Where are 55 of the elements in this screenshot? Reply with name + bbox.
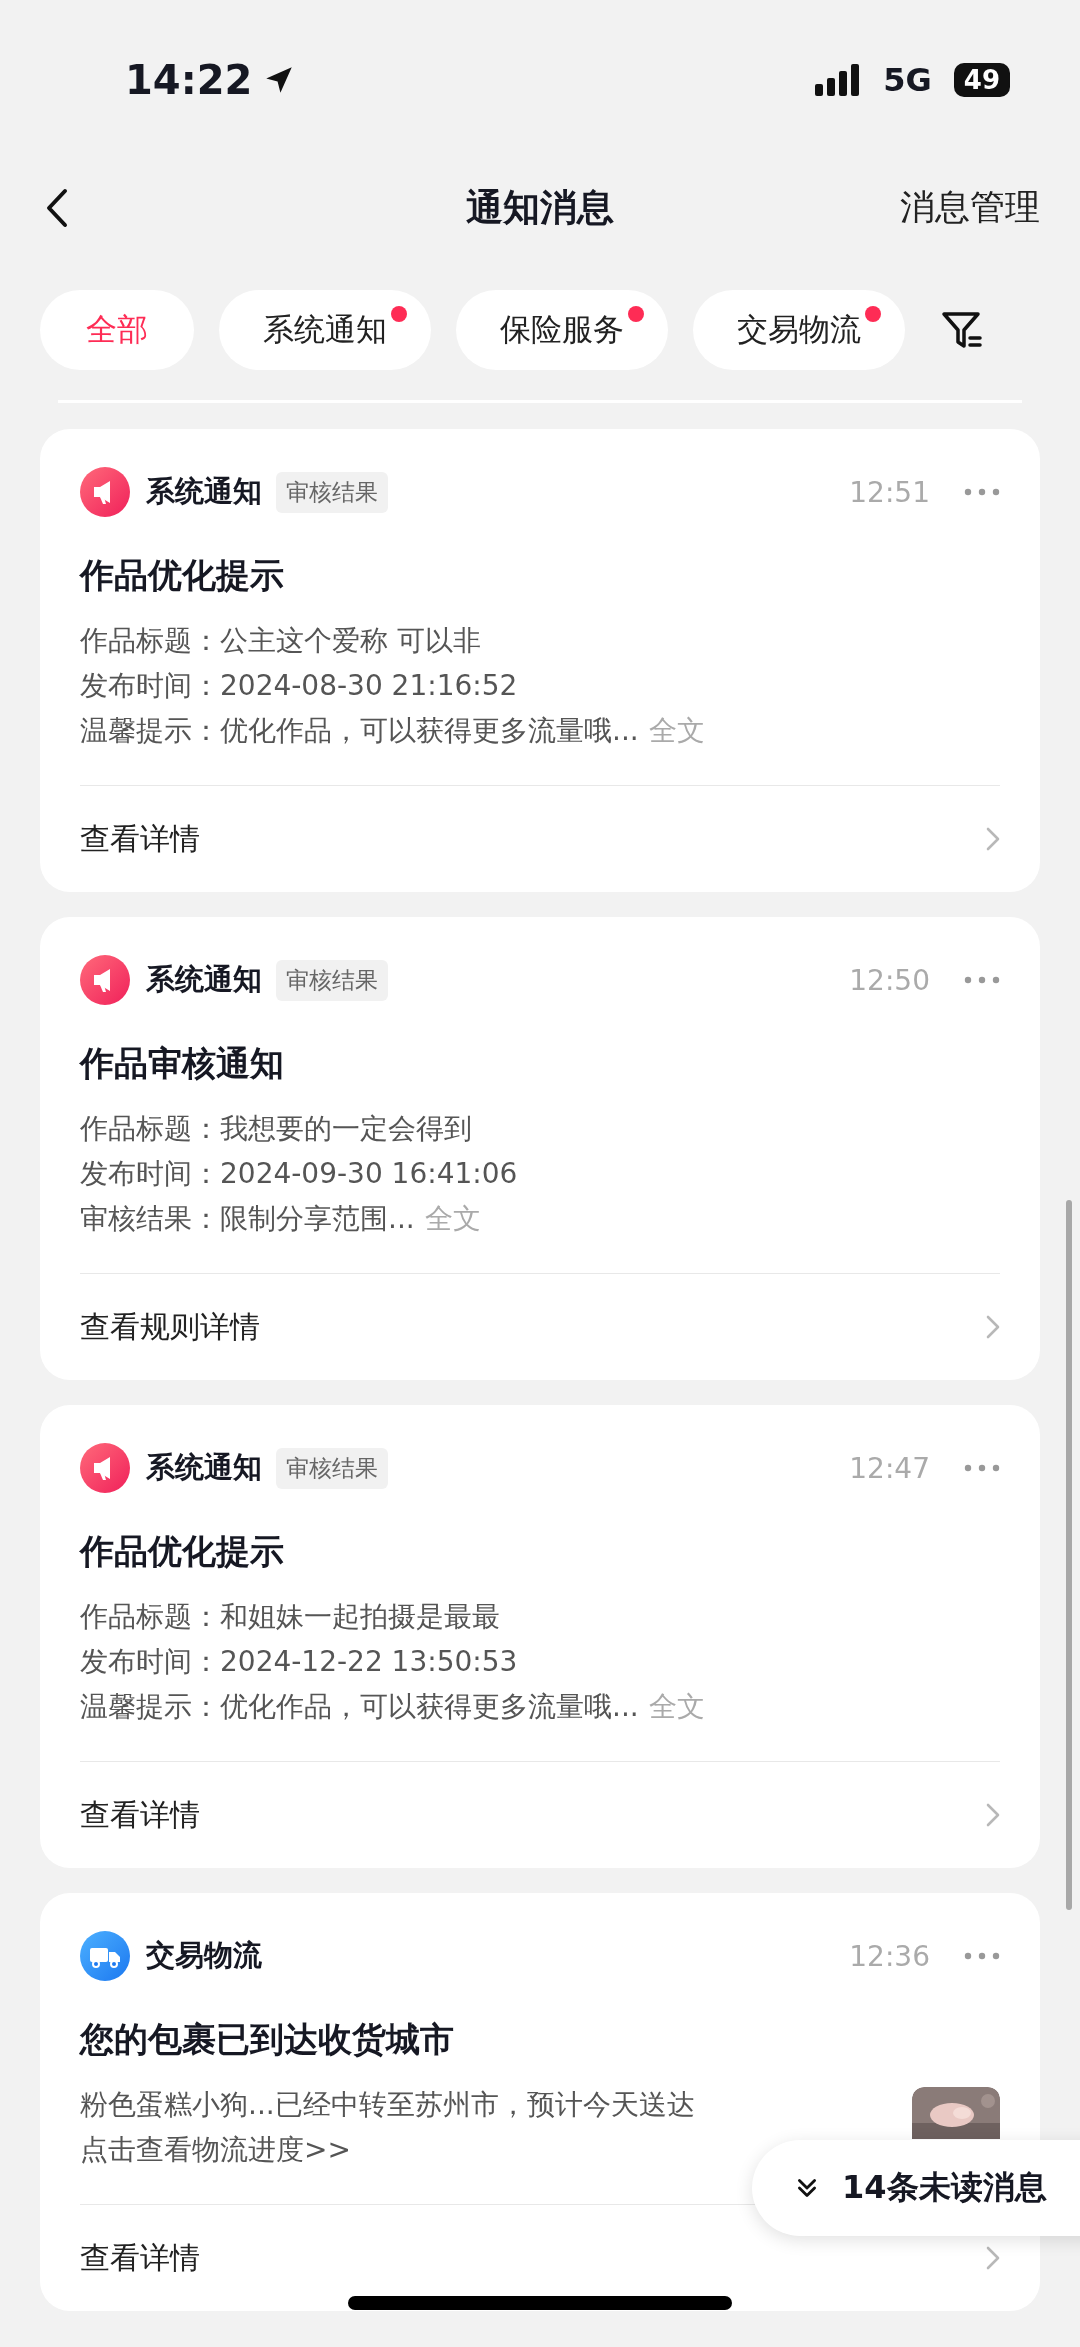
details-link[interactable]: 查看详情 — [80, 818, 200, 860]
result-tag: 审核结果 — [276, 959, 388, 1001]
more-icon[interactable] — [964, 1464, 1000, 1472]
category-tab[interactable]: 系统通知 — [219, 290, 431, 370]
megaphone-icon — [80, 1443, 130, 1493]
truck-icon — [80, 1931, 130, 1981]
chevron-right-icon — [986, 827, 1000, 851]
message-line: 作品标题：公主这个爱称 可以非 — [80, 624, 481, 657]
message-time: 12:47 — [849, 1451, 930, 1485]
more-icon[interactable] — [964, 488, 1000, 496]
result-tag: 审核结果 — [276, 471, 388, 513]
details-link[interactable]: 查看详情 — [80, 2237, 200, 2279]
category-tab[interactable]: 保险服务 — [456, 290, 668, 370]
status-time: 14:22 — [125, 57, 253, 103]
category-tab[interactable]: 全部 — [40, 290, 194, 370]
unread-messages-button[interactable]: 14条未读消息 — [752, 2140, 1080, 2236]
message-line: 发布时间：2024-12-22 13:50:53 — [80, 1645, 518, 1678]
source-label: 系统通知 — [146, 1449, 262, 1486]
source-label: 系统通知 — [146, 961, 262, 998]
message-line: 温馨提示：优化作品，可以获得更多流量哦... — [80, 714, 639, 747]
message-title: 作品审核通知 — [80, 1042, 285, 1085]
message-line: 温馨提示：优化作品，可以获得更多流量哦... — [80, 1690, 639, 1723]
message-line: 审核结果：限制分享范围... — [80, 1202, 415, 1235]
message-time: 12:51 — [849, 475, 930, 509]
details-link[interactable]: 查看详情 — [80, 1794, 200, 1836]
chevron-right-icon — [986, 2246, 1000, 2270]
megaphone-icon — [80, 467, 130, 517]
message-line: 粉色蛋糕小狗...已经中转至苏州市，预计今天送达 — [80, 2088, 695, 2121]
back-icon[interactable] — [45, 187, 69, 228]
more-icon[interactable] — [964, 1952, 1000, 1960]
details-link[interactable]: 查看规则详情 — [80, 1306, 260, 1348]
chevron-right-icon — [986, 1803, 1000, 1827]
unread-count-label: 14条未读消息 — [842, 2167, 1047, 2208]
signal-icon — [815, 64, 862, 96]
message-line: 作品标题：我想要的一定会得到 — [80, 1112, 472, 1145]
message-line: 发布时间：2024-09-30 16:41:06 — [80, 1157, 518, 1190]
more-icon[interactable] — [964, 976, 1000, 984]
source-label: 交易物流 — [146, 1937, 262, 1974]
manage-link[interactable]: 消息管理 — [900, 184, 1040, 231]
message-title: 作品优化提示 — [80, 554, 285, 597]
megaphone-icon — [80, 955, 130, 1005]
source-label: 系统通知 — [146, 473, 262, 510]
message-title: 作品优化提示 — [80, 1530, 285, 1573]
message-line: 点击查看物流进度>> — [80, 2133, 351, 2166]
result-tag: 审核结果 — [276, 1447, 388, 1489]
message-line: 发布时间：2024-08-30 21:16:52 — [80, 669, 518, 702]
message-line: 作品标题：和姐妹一起拍摄是最最 — [80, 1600, 500, 1633]
message-time: 12:50 — [849, 963, 930, 997]
page-title: 通知消息 — [466, 184, 614, 231]
chevron-right-icon — [986, 1315, 1000, 1339]
network-label: 5G — [883, 61, 932, 99]
category-tab[interactable]: 交易物流 — [693, 290, 905, 370]
message-title: 您的包裹已到达收货城市 — [80, 2018, 455, 2061]
message-time: 12:36 — [849, 1939, 930, 1973]
battery-indicator: 49 — [953, 63, 1010, 97]
